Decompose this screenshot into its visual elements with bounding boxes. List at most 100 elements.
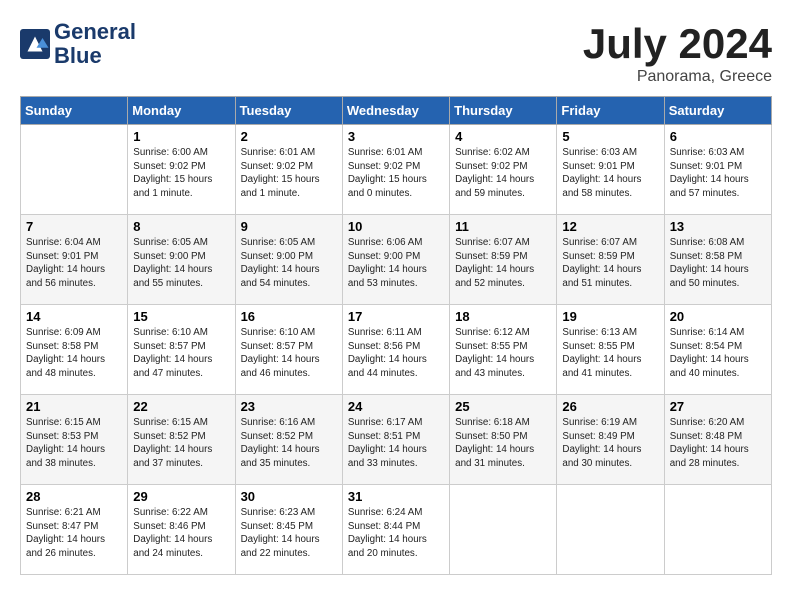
calendar-cell: 30Sunrise: 6:23 AMSunset: 8:45 PMDayligh… (235, 485, 342, 575)
weekday-header-monday: Monday (128, 97, 235, 125)
weekday-header-row: SundayMondayTuesdayWednesdayThursdayFrid… (21, 97, 772, 125)
day-info: Sunrise: 6:03 AMSunset: 9:01 PMDaylight:… (562, 146, 658, 201)
calendar-cell: 23 Sunrise: 6:16 AMSunset: 8:52 PMDayligh… (235, 395, 342, 485)
day-info: Sunrise: 6:19 AMSunset: 8:49 PMDaylight:… (562, 416, 658, 471)
day-number: 1 (133, 129, 229, 144)
calendar-cell: 22Sunrise: 6:15 AMSunset: 8:52 PMDayligh… (128, 395, 235, 485)
calendar-cell: 1 Sunrise: 6:00 AMSunset: 9:02 PMDaylight… (128, 125, 235, 215)
day-number: 16 (241, 309, 337, 324)
calendar-cell: 11Sunrise: 6:07 AMSunset: 8:59 PMDayligh… (450, 215, 557, 305)
day-number: 7 (26, 219, 122, 234)
calendar-cell: 21 Sunrise: 6:15 AMSunset: 8:53 PMDayligh… (21, 395, 128, 485)
day-number: 3 (348, 129, 444, 144)
day-number: 27 (670, 399, 766, 414)
calendar-cell: 2 Sunrise: 6:01 AMSunset: 9:02 PMDaylight… (235, 125, 342, 215)
day-number: 20 (670, 309, 766, 324)
calendar-cell: 10 Sunrise: 6:06 AMSunset: 9:00 PMDayligh… (342, 215, 449, 305)
day-number: 18 (455, 309, 551, 324)
calendar-cell (450, 485, 557, 575)
calendar-week-row: 14 Sunrise: 6:09 AMSunset: 8:58 PMDayligh… (21, 305, 772, 395)
logo-icon (20, 29, 50, 59)
month-title: July 2024 (583, 20, 772, 68)
day-info: Sunrise: 6:20 AMSunset: 8:48 PMDaylight:… (670, 416, 766, 471)
day-number: 29 (133, 489, 229, 504)
calendar-cell: 7 Sunrise: 6:04 AMSunset: 9:01 PMDaylight… (21, 215, 128, 305)
weekday-header-wednesday: Wednesday (342, 97, 449, 125)
day-info: Sunrise: 6:08 AMSunset: 8:58 PMDaylight:… (670, 236, 766, 291)
weekday-header-tuesday: Tuesday (235, 97, 342, 125)
day-info: Sunrise: 6:12 AMSunset: 8:55 PMDaylight:… (455, 326, 551, 381)
day-info: Sunrise: 6:14 AMSunset: 8:54 PMDaylight:… (670, 326, 766, 381)
day-info: Sunrise: 6:01 AMSunset: 9:02 PMDaylight:… (348, 146, 444, 201)
calendar-cell (664, 485, 771, 575)
day-number: 11 (455, 219, 551, 234)
calendar-cell: 26 Sunrise: 6:19 AMSunset: 8:49 PMDayligh… (557, 395, 664, 485)
calendar-cell (557, 485, 664, 575)
calendar-cell: 13 Sunrise: 6:08 AMSunset: 8:58 PMDayligh… (664, 215, 771, 305)
day-number: 23 (241, 399, 337, 414)
calendar-week-row: 28Sunrise: 6:21 AMSunset: 8:47 PMDayligh… (21, 485, 772, 575)
day-info: Sunrise: 6:15 AMSunset: 8:53 PMDaylight:… (26, 416, 122, 471)
day-number: 31 (348, 489, 444, 504)
calendar-week-row: 21 Sunrise: 6:15 AMSunset: 8:53 PMDayligh… (21, 395, 772, 485)
day-number: 14 (26, 309, 122, 324)
day-number: 9 (241, 219, 337, 234)
day-number: 2 (241, 129, 337, 144)
day-info: Sunrise: 6:22 AMSunset: 8:46 PMDaylight:… (133, 506, 229, 561)
calendar-cell: 29 Sunrise: 6:22 AMSunset: 8:46 PMDayligh… (128, 485, 235, 575)
calendar-cell: 17Sunrise: 6:11 AMSunset: 8:56 PMDayligh… (342, 305, 449, 395)
weekday-header-sunday: Sunday (21, 97, 128, 125)
day-number: 21 (26, 399, 122, 414)
day-info: Sunrise: 6:07 AMSunset: 8:59 PMDaylight:… (562, 236, 658, 291)
location-title: Panorama, Greece (583, 68, 772, 86)
calendar-cell: 6Sunrise: 6:03 AMSunset: 9:01 PMDaylight… (664, 125, 771, 215)
day-number: 10 (348, 219, 444, 234)
page-header: General Blue July 2024 Panorama, Greece (20, 20, 772, 86)
calendar-cell: 25Sunrise: 6:18 AMSunset: 8:50 PMDayligh… (450, 395, 557, 485)
day-info: Sunrise: 6:16 AMSunset: 8:52 PMDaylight:… (241, 416, 337, 471)
calendar-cell: 24 Sunrise: 6:17 AMSunset: 8:51 PMDayligh… (342, 395, 449, 485)
day-number: 8 (133, 219, 229, 234)
day-info: Sunrise: 6:01 AMSunset: 9:02 PMDaylight:… (241, 146, 337, 201)
day-number: 13 (670, 219, 766, 234)
logo: General Blue (20, 20, 136, 68)
calendar-week-row: 1 Sunrise: 6:00 AMSunset: 9:02 PMDaylight… (21, 125, 772, 215)
day-number: 6 (670, 129, 766, 144)
weekday-header-saturday: Saturday (664, 97, 771, 125)
day-info: Sunrise: 6:09 AMSunset: 8:58 PMDaylight:… (26, 326, 122, 381)
day-number: 22 (133, 399, 229, 414)
day-number: 4 (455, 129, 551, 144)
day-info: Sunrise: 6:17 AMSunset: 8:51 PMDaylight:… (348, 416, 444, 471)
logo-line1: General (54, 19, 136, 44)
day-number: 26 (562, 399, 658, 414)
calendar-cell: 28Sunrise: 6:21 AMSunset: 8:47 PMDayligh… (21, 485, 128, 575)
calendar-cell: 27 Sunrise: 6:20 AMSunset: 8:48 PMDayligh… (664, 395, 771, 485)
calendar-table: SundayMondayTuesdayWednesdayThursdayFrid… (20, 96, 772, 575)
weekday-header-friday: Friday (557, 97, 664, 125)
calendar-cell: 14 Sunrise: 6:09 AMSunset: 8:58 PMDayligh… (21, 305, 128, 395)
day-number: 15 (133, 309, 229, 324)
day-info: Sunrise: 6:05 AMSunset: 9:00 PMDaylight:… (133, 236, 229, 291)
calendar-cell (21, 125, 128, 215)
weekday-header-thursday: Thursday (450, 97, 557, 125)
day-info: Sunrise: 6:10 AMSunset: 8:57 PMDaylight:… (133, 326, 229, 381)
logo-line2: Blue (54, 43, 102, 68)
calendar-cell: 9 Sunrise: 6:05 AMSunset: 9:00 PMDaylight… (235, 215, 342, 305)
day-info: Sunrise: 6:06 AMSunset: 9:00 PMDaylight:… (348, 236, 444, 291)
day-info: Sunrise: 6:23 AMSunset: 8:45 PMDaylight:… (241, 506, 337, 561)
calendar-cell: 31Sunrise: 6:24 AMSunset: 8:44 PMDayligh… (342, 485, 449, 575)
day-info: Sunrise: 6:13 AMSunset: 8:55 PMDaylight:… (562, 326, 658, 381)
day-number: 24 (348, 399, 444, 414)
calendar-cell: 4Sunrise: 6:02 AMSunset: 9:02 PMDaylight… (450, 125, 557, 215)
calendar-cell: 15 Sunrise: 6:10 AMSunset: 8:57 PMDayligh… (128, 305, 235, 395)
logo-text: General Blue (54, 20, 136, 68)
day-info: Sunrise: 6:05 AMSunset: 9:00 PMDaylight:… (241, 236, 337, 291)
calendar-cell: 16Sunrise: 6:10 AMSunset: 8:57 PMDayligh… (235, 305, 342, 395)
calendar-cell: 20 Sunrise: 6:14 AMSunset: 8:54 PMDayligh… (664, 305, 771, 395)
day-info: Sunrise: 6:04 AMSunset: 9:01 PMDaylight:… (26, 236, 122, 291)
day-number: 5 (562, 129, 658, 144)
day-number: 25 (455, 399, 551, 414)
day-info: Sunrise: 6:00 AMSunset: 9:02 PMDaylight:… (133, 146, 229, 201)
calendar-cell: 12Sunrise: 6:07 AMSunset: 8:59 PMDayligh… (557, 215, 664, 305)
title-block: July 2024 Panorama, Greece (583, 20, 772, 86)
